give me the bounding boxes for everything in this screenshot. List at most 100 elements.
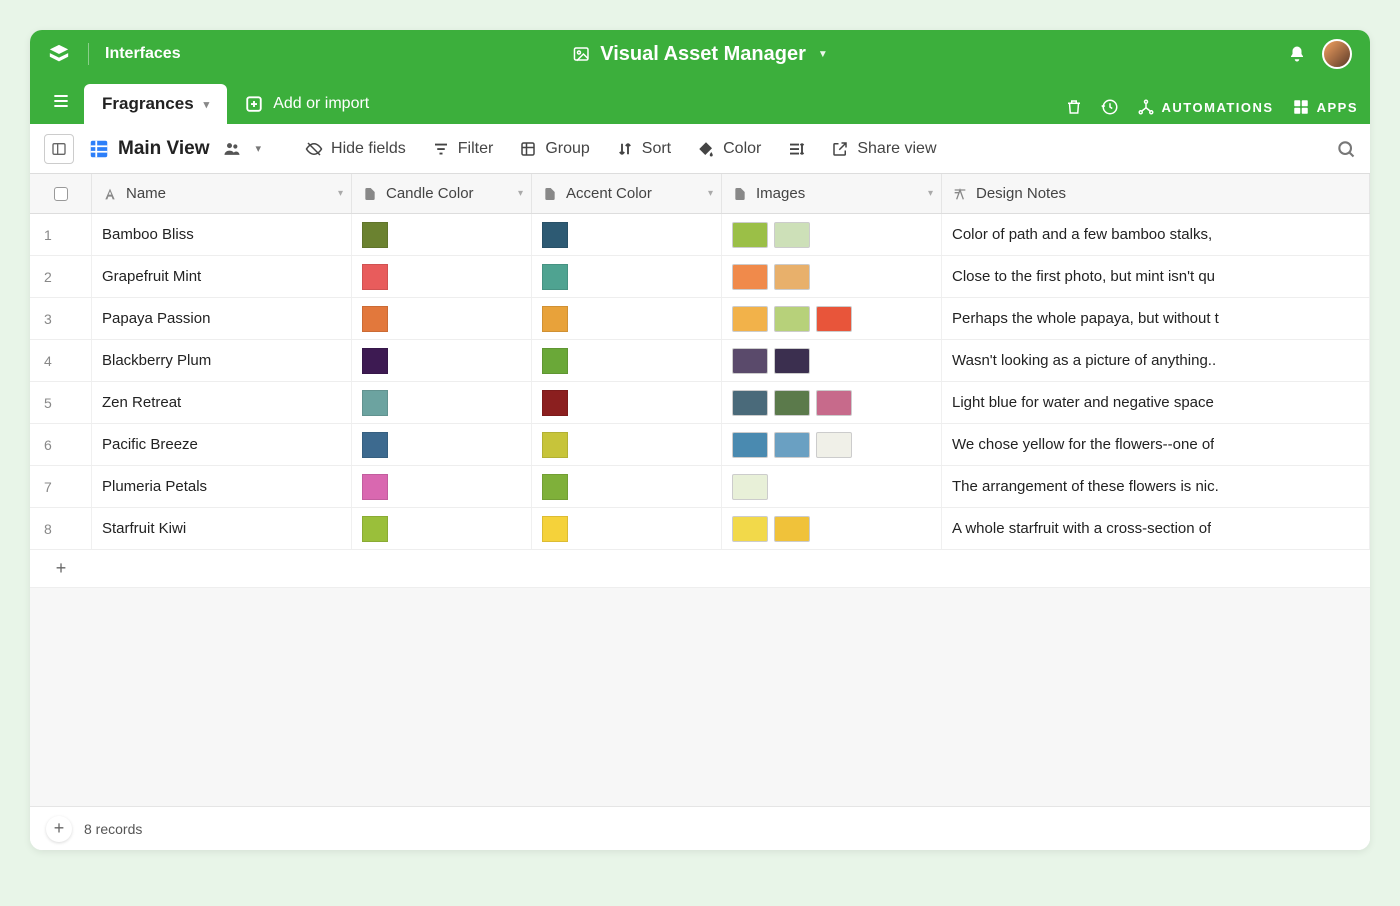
view-switcher[interactable]: Main View ▾ xyxy=(88,138,261,160)
accent-color-cell[interactable] xyxy=(532,508,722,549)
add-row-button[interactable]: + xyxy=(30,550,1370,588)
design-notes-cell[interactable]: Perhaps the whole papaya, but without t xyxy=(942,298,1370,339)
candle-color-cell[interactable] xyxy=(352,466,532,507)
automations-button[interactable]: AUTOMATIONS xyxy=(1137,98,1274,116)
image-thumbnail[interactable] xyxy=(774,222,810,248)
caret-down-icon[interactable]: ▾ xyxy=(518,188,523,199)
name-cell[interactable]: Bamboo Bliss xyxy=(92,214,352,255)
name-cell[interactable]: Papaya Passion xyxy=(92,298,352,339)
design-notes-cell[interactable]: Close to the first photo, but mint isn't… xyxy=(942,256,1370,297)
caret-down-icon[interactable]: ▾ xyxy=(204,98,210,111)
image-thumbnail[interactable] xyxy=(732,390,768,416)
search-icon[interactable] xyxy=(1336,139,1356,159)
image-thumbnail[interactable] xyxy=(816,390,852,416)
image-thumbnail[interactable] xyxy=(732,264,768,290)
image-thumbnail[interactable] xyxy=(732,222,768,248)
menu-icon[interactable] xyxy=(42,82,80,120)
color-button[interactable]: Color xyxy=(697,140,761,158)
row-number-cell[interactable]: 1 xyxy=(30,214,92,255)
base-title-dropdown[interactable]: Visual Asset Manager ▼ xyxy=(572,43,828,66)
trash-icon[interactable] xyxy=(1065,98,1083,116)
column-header-name[interactable]: Name ▾ xyxy=(92,174,352,213)
row-number-cell[interactable]: 2 xyxy=(30,256,92,297)
accent-color-cell[interactable] xyxy=(532,298,722,339)
accent-color-cell[interactable] xyxy=(532,466,722,507)
images-cell[interactable] xyxy=(722,256,942,297)
design-notes-cell[interactable]: Light blue for water and negative space xyxy=(942,382,1370,423)
accent-color-cell[interactable] xyxy=(532,424,722,465)
name-cell[interactable]: Zen Retreat xyxy=(92,382,352,423)
filter-button[interactable]: Filter xyxy=(432,140,494,158)
candle-color-cell[interactable] xyxy=(352,382,532,423)
image-thumbnail[interactable] xyxy=(732,432,768,458)
add-or-import-button[interactable]: Add or import xyxy=(245,84,369,124)
apps-button[interactable]: APPS xyxy=(1292,98,1358,116)
design-notes-cell[interactable]: Wasn't looking as a picture of anything.… xyxy=(942,340,1370,381)
table-row[interactable]: 6Pacific BreezeWe chose yellow for the f… xyxy=(30,424,1370,466)
row-number-cell[interactable]: 3 xyxy=(30,298,92,339)
accent-color-cell[interactable] xyxy=(532,214,722,255)
sort-button[interactable]: Sort xyxy=(616,140,671,158)
caret-down-icon[interactable]: ▾ xyxy=(928,188,933,199)
image-thumbnail[interactable] xyxy=(774,432,810,458)
bell-icon[interactable] xyxy=(1288,45,1306,63)
table-row[interactable]: 1Bamboo Bliss Color of path and a few bam… xyxy=(30,214,1370,256)
name-cell[interactable]: Starfruit Kiwi xyxy=(92,508,352,549)
table-row[interactable]: 7Plumeria PetalsThe arrangement of these… xyxy=(30,466,1370,508)
image-thumbnail[interactable] xyxy=(774,390,810,416)
row-number-cell[interactable]: 6 xyxy=(30,424,92,465)
accent-color-cell[interactable] xyxy=(532,256,722,297)
images-cell[interactable] xyxy=(722,424,942,465)
hide-fields-button[interactable]: Hide fields xyxy=(305,140,406,158)
images-cell[interactable] xyxy=(722,508,942,549)
column-header-images[interactable]: Images ▾ xyxy=(722,174,942,213)
image-thumbnail[interactable] xyxy=(774,306,810,332)
table-row[interactable]: 2Grapefruit Mint Close to the first photo… xyxy=(30,256,1370,298)
column-header-accent-color[interactable]: Accent Color ▾ xyxy=(532,174,722,213)
table-row[interactable]: 5Zen Retreat Light blue for water and neg… xyxy=(30,382,1370,424)
add-record-button[interactable]: + xyxy=(46,816,72,842)
images-cell[interactable] xyxy=(722,466,942,507)
design-notes-cell[interactable]: We chose yellow for the flowers--one of xyxy=(942,424,1370,465)
image-thumbnail[interactable] xyxy=(732,306,768,332)
image-thumbnail[interactable] xyxy=(732,516,768,542)
row-number-cell[interactable]: 7 xyxy=(30,466,92,507)
checkbox[interactable] xyxy=(54,187,68,201)
candle-color-cell[interactable] xyxy=(352,298,532,339)
caret-down-icon[interactable]: ▾ xyxy=(708,188,713,199)
history-icon[interactable] xyxy=(1101,98,1119,116)
candle-color-cell[interactable] xyxy=(352,256,532,297)
candle-color-cell[interactable] xyxy=(352,424,532,465)
design-notes-cell[interactable]: Color of path and a few bamboo stalks, xyxy=(942,214,1370,255)
caret-down-icon[interactable]: ▾ xyxy=(338,188,343,199)
image-thumbnail[interactable] xyxy=(732,348,768,374)
candle-color-cell[interactable] xyxy=(352,340,532,381)
table-row[interactable]: 3Papaya Passion Perhaps the whole papaya,… xyxy=(30,298,1370,340)
images-cell[interactable] xyxy=(722,382,942,423)
tab-fragrances[interactable]: Fragrances ▾ xyxy=(84,84,227,124)
logo-icon[interactable] xyxy=(48,43,70,65)
image-thumbnail[interactable] xyxy=(774,264,810,290)
row-number-cell[interactable]: 5 xyxy=(30,382,92,423)
candle-color-cell[interactable] xyxy=(352,214,532,255)
image-thumbnail[interactable] xyxy=(774,348,810,374)
table-row[interactable]: 4Blackberry PlumWasn't looking as a pict… xyxy=(30,340,1370,382)
image-thumbnail[interactable] xyxy=(732,474,768,500)
column-header-candle-color[interactable]: Candle Color ▾ xyxy=(352,174,532,213)
name-cell[interactable]: Blackberry Plum xyxy=(92,340,352,381)
share-view-button[interactable]: Share view xyxy=(831,140,936,158)
accent-color-cell[interactable] xyxy=(532,340,722,381)
user-avatar[interactable] xyxy=(1322,39,1352,69)
image-thumbnail[interactable] xyxy=(774,516,810,542)
accent-color-cell[interactable] xyxy=(532,382,722,423)
row-height-button[interactable] xyxy=(787,140,805,158)
name-cell[interactable]: Grapefruit Mint xyxy=(92,256,352,297)
image-thumbnail[interactable] xyxy=(816,306,852,332)
image-thumbnail[interactable] xyxy=(816,432,852,458)
group-button[interactable]: Group xyxy=(519,140,589,158)
column-header-design-notes[interactable]: Design Notes xyxy=(942,174,1370,213)
images-cell[interactable] xyxy=(722,214,942,255)
sidebar-toggle-button[interactable] xyxy=(44,134,74,164)
images-cell[interactable] xyxy=(722,298,942,339)
design-notes-cell[interactable]: The arrangement of these flowers is nic. xyxy=(942,466,1370,507)
